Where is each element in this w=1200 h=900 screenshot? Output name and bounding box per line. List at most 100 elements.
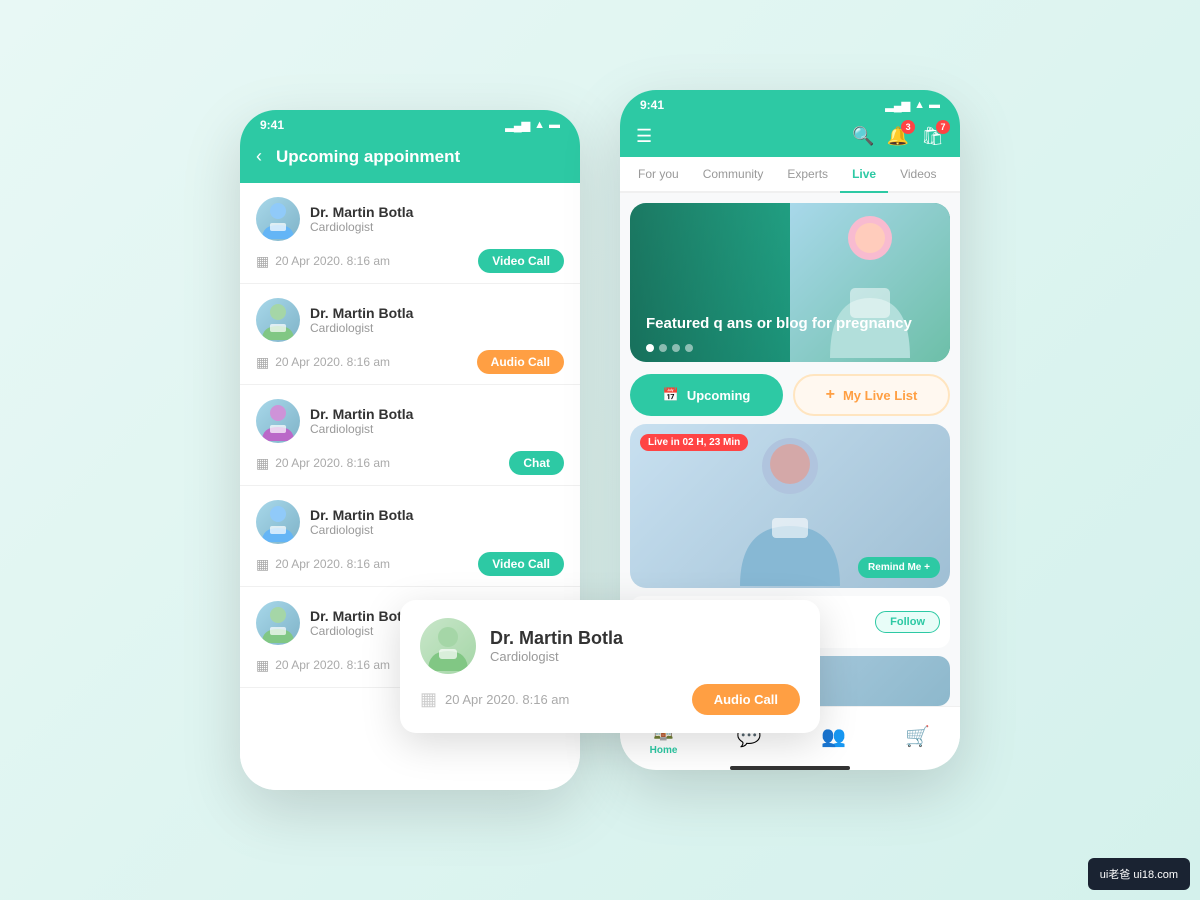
battery-icon-2: ▬ — [929, 99, 940, 111]
apt-date-2: ▦ 20 Apr 2020. 8:16 am — [256, 354, 390, 371]
doctor-text: Dr. Martin Botla Cardiologist — [310, 608, 413, 638]
appointment-item: Dr. Martin Botla Cardiologist ▦ 20 Apr 2… — [240, 385, 580, 486]
live-list-label: My Live List — [843, 388, 917, 403]
appointment-footer-3: ▦ 20 Apr 2020. 8:16 am Chat — [256, 451, 564, 475]
home-label: Home — [650, 745, 678, 756]
avatar-4 — [256, 500, 300, 544]
search-icon[interactable]: 🔍 — [852, 126, 874, 147]
header-icons: 🔍 🔔 3 🛍 7 — [852, 126, 944, 147]
dot-2 — [659, 344, 667, 352]
doctor-info: Dr. Martin Botla Cardiologist — [256, 500, 564, 544]
avatar-3 — [256, 399, 300, 443]
doctor-name-4: Dr. Martin Botla — [310, 507, 413, 523]
avatar-1 — [256, 197, 300, 241]
nav-item-cart[interactable]: 🛒 — [905, 724, 930, 749]
video-call-button-2[interactable]: Video Call — [478, 552, 564, 576]
cart-button[interactable]: 🛍 7 — [921, 126, 944, 147]
calendar-icon-btn: 📅 — [663, 387, 679, 403]
apt-date-text-4: 20 Apr 2020. 8:16 am — [275, 557, 390, 571]
doctor-specialty-3: Cardiologist — [310, 422, 413, 436]
live-badge-1: Live in 02 H, 23 Min — [640, 434, 748, 451]
apt-date-4: ▦ 20 Apr 2020. 8:16 am — [256, 556, 390, 573]
floating-doctor-text: Dr. Martin Botla Cardiologist — [490, 628, 623, 664]
home-indicator — [730, 766, 850, 770]
page-title-1: Upcoming appoinment — [276, 147, 460, 167]
remind-me-button[interactable]: Remind Me + — [858, 557, 940, 578]
upcoming-label: Upcoming — [687, 388, 751, 403]
tab-experts[interactable]: Experts — [775, 157, 840, 191]
floating-avatar — [420, 618, 476, 674]
plus-icon: + — [826, 386, 835, 404]
apt-date-text-1: 20 Apr 2020. 8:16 am — [275, 254, 390, 268]
audio-call-button-1[interactable]: Audio Call — [477, 350, 564, 374]
phone2-header: ☰ 🔍 🔔 3 🛍 7 — [620, 116, 960, 157]
chat-button-1[interactable]: Chat — [509, 451, 564, 475]
doctor-text: Dr. Martin Botla Cardiologist — [310, 406, 413, 436]
battery-icon: ▬ — [549, 119, 560, 131]
apt-date-3: ▦ 20 Apr 2020. 8:16 am — [256, 455, 390, 472]
wifi-icon-2: ▲ — [914, 99, 925, 111]
banner-text: Featured q ans or blog for pregnancy — [646, 313, 912, 334]
appointment-item: Dr. Martin Botla Cardiologist ▦ 20 Apr 2… — [240, 284, 580, 385]
doctor-info: Dr. Martin Botla Cardiologist — [256, 399, 564, 443]
floating-doctor-name: Dr. Martin Botla — [490, 628, 623, 649]
remind-label: Remind Me + — [868, 562, 930, 573]
tab-for-you[interactable]: For you — [626, 157, 691, 191]
doctor-name-5: Dr. Martin Botla — [310, 608, 413, 624]
notification-bell[interactable]: 🔔 3 — [887, 126, 909, 147]
appointment-footer-4: ▦ 20 Apr 2020. 8:16 am Video Call — [256, 552, 564, 576]
my-live-list-button[interactable]: + My Live List — [793, 374, 950, 416]
calendar-icon: ▦ — [256, 556, 269, 573]
back-button[interactable]: ‹ — [256, 146, 262, 167]
nav-item-people[interactable]: 👥 — [821, 724, 846, 749]
floating-date-text: 20 Apr 2020. 8:16 am — [445, 692, 569, 707]
dot-3 — [672, 344, 680, 352]
floating-audio-call-button[interactable]: Audio Call — [692, 684, 800, 715]
status-bar-1: 9:41 ▂▄▆ ▲ ▬ — [240, 110, 580, 136]
doctor-info: Dr. Martin Botla Cardiologist — [256, 298, 564, 342]
dot-4 — [685, 344, 693, 352]
video-call-button-1[interactable]: Video Call — [478, 249, 564, 273]
signal-icon-2: ▂▄▆ — [885, 99, 910, 112]
floating-doctor-row: Dr. Martin Botla Cardiologist — [420, 618, 800, 674]
tab-live[interactable]: Live — [840, 157, 888, 191]
phones-container: 9:41 ▂▄▆ ▲ ▬ ‹ Upcoming appoinment — [240, 110, 960, 790]
doctor-info: Dr. Martin Botla Cardiologist — [256, 197, 564, 241]
floating-appointment-card: Dr. Martin Botla Cardiologist ▦ 20 Apr 2… — [400, 600, 820, 733]
calendar-icon: ▦ — [256, 354, 269, 371]
apt-date-text-5: 20 Apr 2020. 8:16 am — [275, 658, 390, 672]
appointment-item: Dr. Martin Botla Cardiologist ▦ 20 Apr 2… — [240, 183, 580, 284]
status-icons-1: ▂▄▆ ▲ ▬ — [505, 119, 560, 132]
apt-date-1: ▦ 20 Apr 2020. 8:16 am — [256, 253, 390, 270]
tab-community[interactable]: Community — [691, 157, 776, 191]
apt-date-text-2: 20 Apr 2020. 8:16 am — [275, 355, 390, 369]
banner-doctor-image — [790, 203, 950, 362]
dot-1 — [646, 344, 654, 352]
signal-icon: ▂▄▆ — [505, 119, 530, 132]
floating-doctor-specialty: Cardiologist — [490, 649, 623, 664]
tab-videos[interactable]: Videos — [888, 157, 948, 191]
calendar-icon: ▦ — [256, 657, 269, 674]
follow-button[interactable]: Follow — [875, 611, 940, 633]
floating-date: ▦ 20 Apr 2020. 8:16 am — [420, 689, 569, 710]
status-bar-2: 9:41 ▂▄▆ ▲ ▬ — [620, 90, 960, 116]
doctor-specialty-1: Cardiologist — [310, 220, 413, 234]
doctor-name-3: Dr. Martin Botla — [310, 406, 413, 422]
status-icons-2: ▂▄▆ ▲ ▬ — [885, 99, 940, 112]
calendar-icon: ▦ — [256, 455, 269, 472]
people-icon: 👥 — [821, 724, 846, 749]
nav-tabs: For you Community Experts Live Videos — [620, 157, 960, 193]
avatar-2 — [256, 298, 300, 342]
avatar-5 — [256, 601, 300, 645]
menu-icon[interactable]: ☰ — [636, 126, 652, 147]
featured-banner: Featured q ans or blog for pregnancy — [630, 203, 950, 362]
notification-count: 3 — [901, 120, 915, 134]
appointment-footer-1: ▦ 20 Apr 2020. 8:16 am Video Call — [256, 249, 564, 273]
doctor-text: Dr. Martin Botla Cardiologist — [310, 305, 413, 335]
doctor-name-1: Dr. Martin Botla — [310, 204, 413, 220]
watermark: ui老爸 ui18.com — [1088, 858, 1190, 890]
upcoming-button[interactable]: 📅 Upcoming — [630, 374, 783, 416]
apt-date-text-3: 20 Apr 2020. 8:16 am — [275, 456, 390, 470]
cart-nav-icon: 🛒 — [905, 724, 930, 749]
time-2: 9:41 — [640, 98, 664, 112]
